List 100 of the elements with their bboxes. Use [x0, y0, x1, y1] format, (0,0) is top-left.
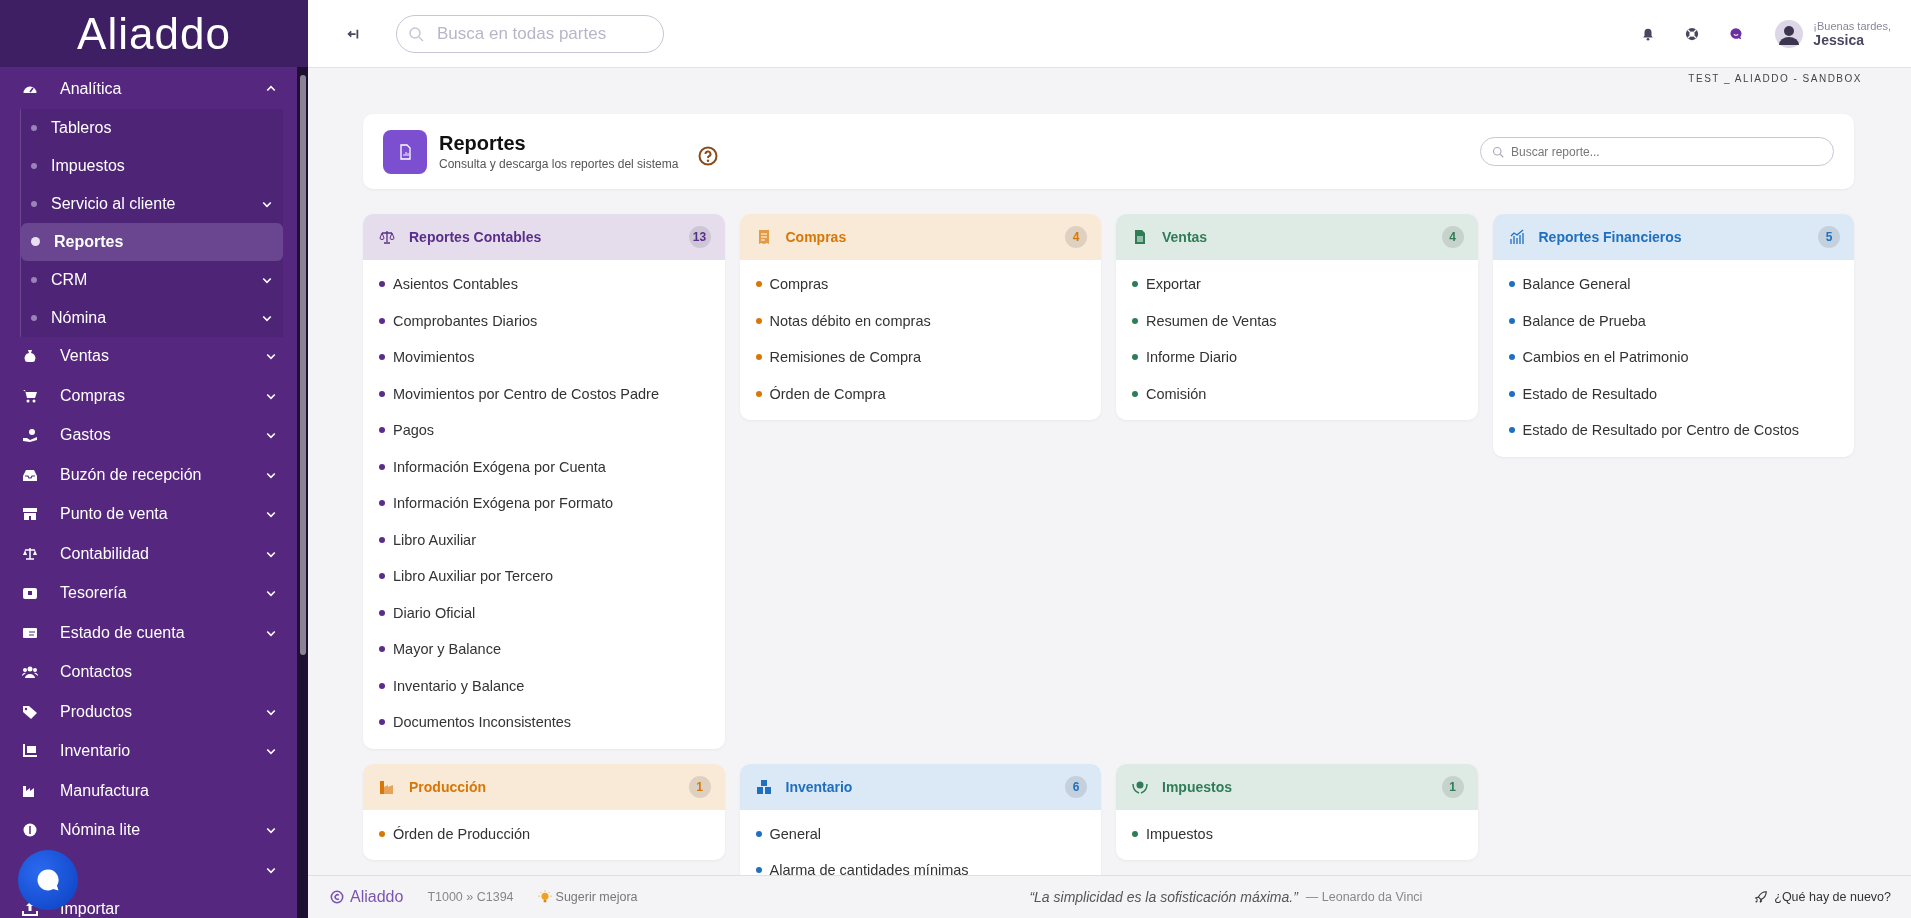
report-link[interactable]: Asientos Contables [363, 266, 725, 303]
boxes-icon [755, 778, 772, 795]
report-link[interactable]: Movimientos por Centro de Costos Padre [363, 375, 725, 412]
report-link[interactable]: Compras [739, 266, 1101, 303]
menu-item[interactable]: Productos [0, 692, 297, 732]
bullet-dot [1132, 830, 1138, 837]
quote: “La simplicidad es la sofisticación máxima.” [1029, 889, 1298, 905]
dolly-icon [22, 743, 38, 760]
chart-icon [1508, 229, 1525, 245]
submenu-item[interactable]: Servicio al cliente [21, 184, 283, 223]
suggest-link[interactable]: Sugerir mejora [537, 890, 638, 904]
report-link[interactable]: Órden de Compra [739, 375, 1101, 412]
report-link[interactable]: Remisiones de Compra [739, 339, 1101, 376]
search-field[interactable]: Buscar reporte... [1480, 137, 1834, 166]
report-link[interactable]: Inventario y Balance [363, 667, 725, 704]
submenu-item[interactable]: Reportes [21, 222, 283, 261]
page-title: Reportes [439, 132, 527, 155]
menu-item[interactable]: Tesorería [0, 573, 297, 613]
report-link[interactable]: Órden de Producción [363, 815, 725, 852]
whats-new-link[interactable]: ¿Qué hay de nuevo? [1754, 890, 1891, 904]
report-link[interactable]: Documentos Inconsistentes [363, 704, 725, 741]
bullet-dot [379, 317, 385, 324]
menu-item[interactable]: Gastos [0, 415, 297, 455]
document-icon [1132, 229, 1148, 245]
bullet-dot [1508, 390, 1515, 397]
report-link[interactable]: Información Exógena por Formato [363, 485, 725, 522]
report-link[interactable]: Estado de Resultado por Centro de Costos [1492, 412, 1854, 449]
help-icon[interactable] [698, 145, 719, 166]
count-badge: 5 [1818, 226, 1840, 248]
menu-item[interactable]: Analítica [0, 69, 297, 109]
bullet-dot [755, 867, 762, 874]
report-link[interactable]: Cambios en el Patrimonio [1492, 339, 1854, 376]
hand-coin-icon [22, 427, 38, 444]
report-link[interactable]: Estado de Resultado [1492, 375, 1854, 412]
report-link[interactable]: Libro Auxiliar [363, 521, 725, 558]
store-icon [22, 506, 38, 523]
count-badge: 4 [1065, 226, 1087, 248]
menu-item[interactable]: Contabilidad [0, 534, 297, 574]
report-link[interactable]: Resumen de Ventas [1116, 302, 1478, 339]
report-link[interactable]: Pagos [363, 412, 725, 449]
bullet-dot [379, 427, 385, 434]
bullet-dot [379, 830, 385, 837]
menu-item[interactable]: Compras [0, 376, 297, 416]
menu-item[interactable]: Buzón de recepción [0, 455, 297, 495]
report-link[interactable]: Balance General [1492, 266, 1854, 303]
avatar[interactable] [1775, 19, 1804, 48]
menu-item[interactable]: Nómina lite [0, 810, 297, 850]
rocket-icon [1754, 890, 1769, 904]
submenu-item[interactable]: CRM [21, 260, 283, 299]
report-link[interactable]: Libro Auxiliar por Tercero [363, 558, 725, 595]
report-link[interactable]: Alarma de cantidades mínimas [739, 852, 1101, 875]
chest-icon [22, 585, 38, 602]
submenu-item[interactable]: Nómina [21, 298, 283, 337]
report-link[interactable]: Impuestos [1116, 815, 1478, 852]
report-link[interactable]: Diario Oficial [363, 594, 725, 631]
menu-item[interactable]: Manufactura [0, 771, 297, 811]
environment-label: TEST _ ALIADDO - SANDBOX [1687, 72, 1862, 86]
bullet-dot [755, 830, 762, 837]
menu-item[interactable]: Punto de venta [0, 494, 297, 534]
report-link[interactable]: Informe Diario [1116, 339, 1478, 376]
bullet-dot [379, 390, 385, 397]
bullet-dot [755, 354, 762, 361]
bullet-dot [1132, 281, 1138, 288]
bullet-dot [755, 281, 762, 288]
report-link[interactable]: Movimientos [363, 339, 725, 376]
card-title: Reportes Contables [409, 229, 543, 245]
scale-icon [379, 229, 395, 245]
menu-item[interactable]: Estado de cuenta [0, 613, 297, 653]
report-link[interactable]: Información Exógena por Cuenta [363, 448, 725, 485]
search-field[interactable]: Busca en todas partes [396, 14, 664, 53]
user-name[interactable]: Jessica [1813, 31, 1891, 48]
scale-icon [22, 545, 38, 562]
report-link[interactable]: Balance de Prueba [1492, 302, 1854, 339]
submenu-item[interactable]: Impuestos [21, 146, 283, 185]
bullet-dot [379, 682, 385, 689]
report-link[interactable]: Notas débito en compras [739, 302, 1101, 339]
bullet-dot [379, 500, 385, 507]
cart-icon [22, 387, 38, 404]
scrollbar[interactable] [297, 67, 308, 918]
greeting: ¡Buenas tardes, [1813, 19, 1891, 32]
lightbulb-icon [537, 890, 552, 904]
report-link[interactable]: Exportar [1116, 266, 1478, 303]
menu-item[interactable]: Contactos [0, 652, 297, 692]
report-link[interactable]: Comprobantes Diarios [363, 302, 725, 339]
report-link[interactable]: Comisión [1116, 375, 1478, 412]
bullet-dot [1132, 317, 1138, 324]
submenu-item[interactable]: Tableros [21, 108, 283, 147]
menu-item[interactable]: Inventario [0, 731, 297, 771]
bullet-dot [1132, 354, 1138, 361]
logo[interactable]: Aliaddo [77, 8, 231, 59]
menu-item[interactable]: Ventas [0, 336, 297, 376]
report-link[interactable]: General [739, 815, 1101, 852]
footer-logo[interactable]: Aliaddo [350, 888, 404, 906]
card-title: Ventas [1162, 229, 1209, 245]
count-badge: 6 [1065, 775, 1087, 798]
report-link[interactable]: Mayor y Balance [363, 631, 725, 668]
count-badge: 4 [1441, 226, 1464, 248]
bullet-dot [379, 646, 385, 653]
bullet-dot [1132, 390, 1138, 397]
search-icon [408, 25, 424, 42]
